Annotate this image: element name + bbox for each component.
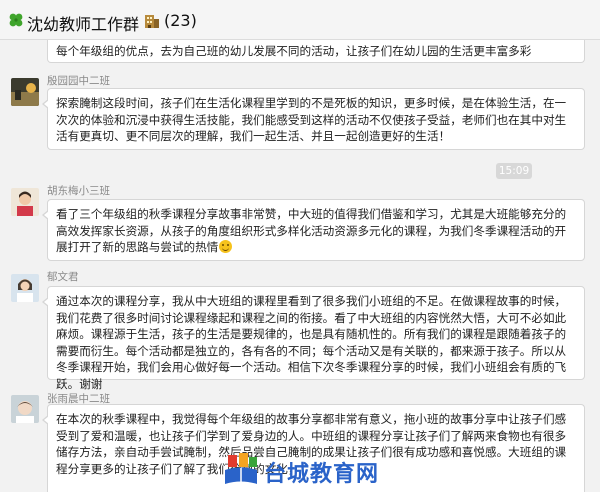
message-text: 每个年级组的优点，去为自己班的幼儿发展不同的活动，让孩子们在幼儿园的生活更丰富多… [56,44,532,58]
office-building-icon [145,15,159,28]
four-leaf-clover-icon [9,13,23,27]
message-text: 看了三个年级组的秋季课程分享故事非常赞，中大班的值得我们借鉴和学习，尤其是大班能… [56,207,567,255]
member-count: (23) [164,11,197,30]
avatar[interactable] [11,188,39,216]
book-logo-icon [225,453,257,484]
timestamp: 15:09 [496,163,532,179]
group-title[interactable]: 沈幼教师工作群 [27,11,139,35]
sender-name: 殷园园中二班 [47,75,110,87]
avatar[interactable] [11,274,39,302]
sender-name: 郁文君 [47,271,79,283]
watermark-logo: 台城教育网 [222,452,392,490]
avatar[interactable] [11,395,39,423]
message-bubble[interactable]: 看了三个年级组的秋季课程分享故事非常赞，中大班的值得我们借鉴和学习，尤其是大班能… [42,199,585,261]
smile-emoji-icon [219,240,233,254]
chat-header: 沈幼教师工作群 (23) [0,0,600,40]
message-bubble[interactable]: 每个年级组的优点，去为自己班的幼儿发展不同的活动，让孩子们在幼儿园的生活更丰富多… [47,40,585,63]
watermark-text: 台城教育网 [264,462,380,487]
avatar[interactable] [11,78,39,106]
message-bubble[interactable]: 通过本次的课程分享，我从中大班组的课程里看到了很多我们小班组的不足。在做课程故事… [42,286,585,391]
message-bubble[interactable]: 探索腌制这段时间，孩子们在生活化课程里学到的不是死板的知识，更多时候，是在体验生… [42,88,585,150]
message-text: 通过本次的课程分享，我从中大班组的课程里看到了很多我们小班组的不足。在做课程故事… [56,294,567,391]
sender-name: 胡东梅小三班 [47,185,110,197]
message-text: 探索腌制这段时间，孩子们在生活化课程里学到的不是死板的知识，更多时候，是在体验生… [56,96,567,144]
